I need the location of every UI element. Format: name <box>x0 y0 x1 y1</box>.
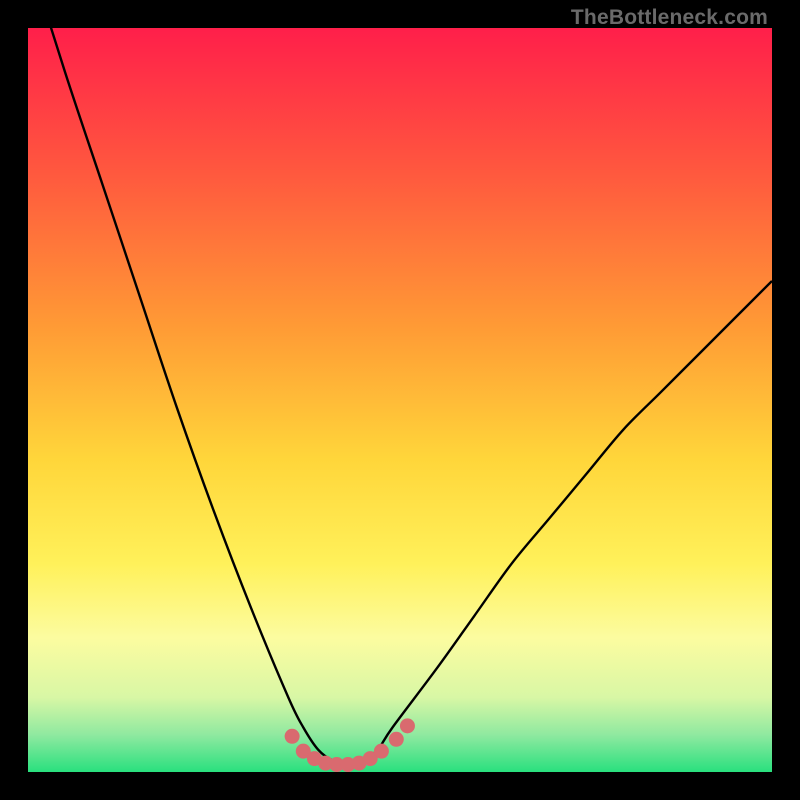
chart-container: TheBottleneck.com <box>0 0 800 800</box>
marker-dot <box>285 729 300 744</box>
marker-dot <box>400 718 415 733</box>
marker-dot <box>389 732 404 747</box>
plot-area <box>28 28 772 772</box>
bottleneck-markers <box>285 718 415 772</box>
chart-svg <box>28 28 772 772</box>
bottleneck-curve <box>28 28 772 765</box>
watermark-text: TheBottleneck.com <box>571 6 768 30</box>
marker-dot <box>374 744 389 759</box>
